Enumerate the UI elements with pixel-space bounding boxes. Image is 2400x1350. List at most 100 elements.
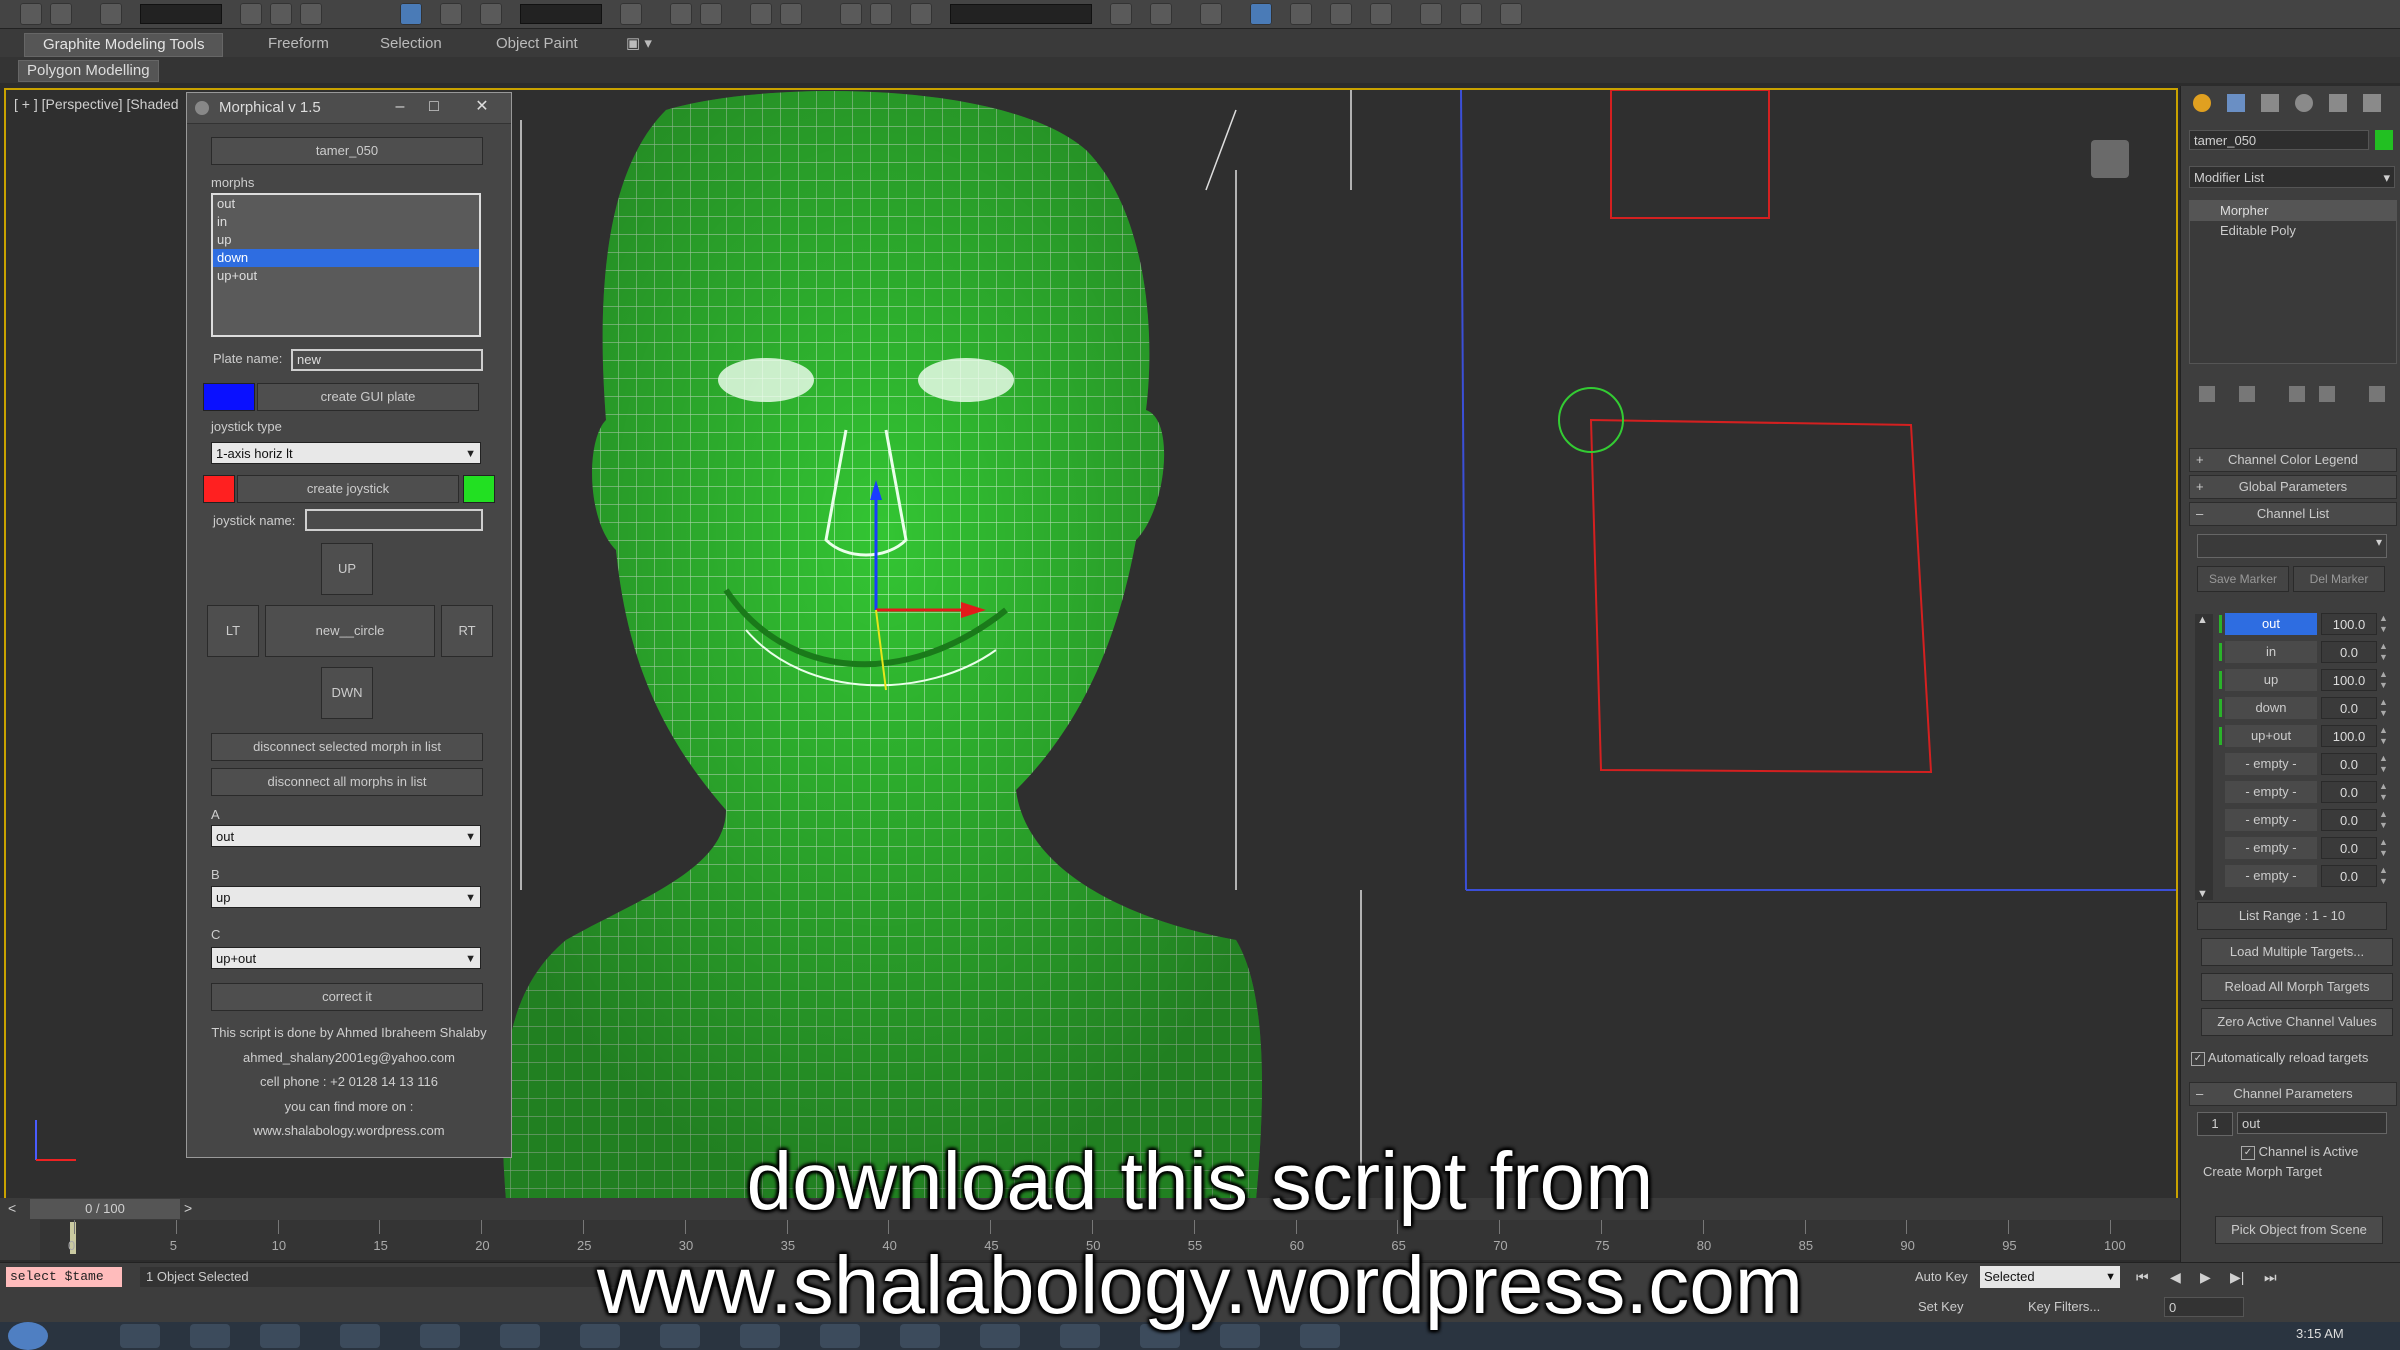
selection-filter-field[interactable] xyxy=(140,4,222,24)
angle-snap-icon[interactable] xyxy=(780,3,802,25)
channel-row[interactable]: - empty -0.0 ▲ ▼ xyxy=(2219,836,2397,860)
channel-row[interactable]: - empty -0.0 ▲ ▼ xyxy=(2219,864,2397,888)
spinner-icon[interactable]: ▲ ▼ xyxy=(2379,837,2393,859)
channel-name[interactable]: up+out xyxy=(2225,725,2317,747)
joystick-frame-top[interactable] xyxy=(1610,90,1770,219)
close-button[interactable]: ✕ xyxy=(467,97,497,117)
channel-name[interactable]: - empty - xyxy=(2225,865,2317,887)
list-item[interactable]: in xyxy=(213,213,479,231)
percent-snap-icon[interactable] xyxy=(840,3,862,25)
channel-name[interactable]: - empty - xyxy=(2225,809,2317,831)
channel-name[interactable]: up xyxy=(2225,669,2317,691)
tab-object-paint[interactable]: Object Paint xyxy=(478,33,596,55)
channel-name[interactable]: out xyxy=(2225,613,2317,635)
channel-row[interactable]: - empty -0.0 ▲ ▼ xyxy=(2219,780,2397,804)
layer-manager-icon[interactable] xyxy=(1200,3,1222,25)
render-production-icon[interactable] xyxy=(1500,3,1522,25)
stack-item-morpher[interactable]: Morpher xyxy=(2190,201,2396,221)
rt-button[interactable]: RT xyxy=(441,605,493,657)
ribbon-options-icon[interactable]: ▣ ▾ xyxy=(620,33,658,55)
snap-toggle-icon[interactable] xyxy=(750,3,772,25)
channel-row[interactable]: - empty -0.0 ▲ ▼ xyxy=(2219,808,2397,832)
dwn-button[interactable]: DWN xyxy=(321,667,373,719)
morphs-list[interactable]: out in up down up+out xyxy=(211,193,481,337)
spinner-icon[interactable]: ▲ ▼ xyxy=(2379,865,2393,887)
bind-spacewarp-icon[interactable] xyxy=(100,3,122,25)
lt-button[interactable]: LT xyxy=(207,605,259,657)
channel-value[interactable]: 0.0 xyxy=(2321,809,2377,831)
plate-color-swatch[interactable] xyxy=(203,383,255,411)
motion-tab-icon[interactable] xyxy=(2295,94,2313,112)
channel-name[interactable]: in xyxy=(2225,641,2317,663)
mirror-icon[interactable] xyxy=(1110,3,1132,25)
configure-sets-icon[interactable] xyxy=(2369,386,2385,402)
disconnect-selected-button[interactable]: disconnect selected morph in list xyxy=(211,733,483,761)
morph-b-dropdown[interactable]: up ▼ xyxy=(211,886,481,908)
named-selection-icon[interactable] xyxy=(910,3,932,25)
graphite-toggle-icon[interactable] xyxy=(1250,3,1272,25)
zero-active-channel-values-button[interactable]: Zero Active Channel Values xyxy=(2201,1008,2393,1036)
channel-row[interactable]: - empty -0.0 ▲ ▼ xyxy=(2219,752,2397,776)
joystick-name-input[interactable] xyxy=(305,509,483,531)
correct-it-button[interactable]: correct it xyxy=(211,983,483,1011)
show-end-result-icon[interactable] xyxy=(2239,386,2255,402)
list-item[interactable]: up+out xyxy=(213,267,479,285)
render-frame-icon[interactable] xyxy=(1460,3,1482,25)
dialog-titlebar[interactable]: Morphical v 1.5 – □ ✕ xyxy=(187,93,511,124)
list-item-selected[interactable]: down xyxy=(213,249,479,267)
reload-all-morph-targets-button[interactable]: Reload All Morph Targets xyxy=(2201,973,2393,1001)
joystick-color-red-swatch[interactable] xyxy=(203,475,235,503)
object-name-button[interactable]: tamer_050 xyxy=(211,137,483,165)
list-item[interactable]: out xyxy=(213,195,479,213)
channel-value[interactable]: 0.0 xyxy=(2321,837,2377,859)
del-marker-button[interactable]: Del Marker xyxy=(2293,566,2385,592)
joystick-color-green-swatch[interactable] xyxy=(463,475,495,503)
select-object-icon[interactable] xyxy=(240,3,262,25)
tab-polygon-modelling[interactable]: Polygon Modelling xyxy=(18,60,159,82)
scroll-up-icon[interactable]: ▲ xyxy=(2197,614,2208,626)
spinner-icon[interactable]: ▲ ▼ xyxy=(2379,781,2393,803)
channel-name[interactable]: down xyxy=(2225,697,2317,719)
region-select-icon[interactable] xyxy=(300,3,322,25)
create-gui-plate-button[interactable]: create GUI plate xyxy=(257,383,479,411)
channel-value[interactable]: 100.0 xyxy=(2321,613,2377,635)
channel-value[interactable]: 0.0 xyxy=(2321,781,2377,803)
channel-scrollbar[interactable]: ▲ ▼ xyxy=(2195,614,2213,900)
unlink-icon[interactable] xyxy=(50,3,72,25)
channel-row[interactable]: down 0.0 ▲ ▼ xyxy=(2219,696,2397,720)
maximize-button[interactable]: □ xyxy=(419,97,449,117)
channel-value[interactable]: 0.0 xyxy=(2321,865,2377,887)
channel-name[interactable]: - empty - xyxy=(2225,753,2317,775)
rollout-channel-parameters[interactable]: – Channel Parameters xyxy=(2189,1082,2397,1106)
spinner-snap-icon[interactable] xyxy=(870,3,892,25)
channel-row[interactable]: up 100.0 ▲ ▼ xyxy=(2219,668,2397,692)
spinner-icon[interactable]: ▲ ▼ xyxy=(2379,697,2393,719)
viewcube-icon[interactable] xyxy=(2091,140,2129,178)
checkbox-checked-icon[interactable]: ✓ xyxy=(2191,1051,2205,1066)
object-name-field[interactable]: tamer_050 xyxy=(2189,130,2369,150)
spinner-icon[interactable]: ▲ ▼ xyxy=(2379,613,2393,635)
spinner-icon[interactable]: ▲ ▼ xyxy=(2379,753,2393,775)
schematic-view-icon[interactable] xyxy=(1330,3,1352,25)
spinner-icon[interactable]: ▲ ▼ xyxy=(2379,809,2393,831)
remove-modifier-icon[interactable] xyxy=(2319,386,2335,402)
material-editor-icon[interactable] xyxy=(1370,3,1392,25)
reference-coord-field[interactable] xyxy=(520,4,602,24)
channel-row[interactable]: in 0.0 ▲ ▼ xyxy=(2219,640,2397,664)
up-button[interactable]: UP xyxy=(321,543,373,595)
scroll-down-icon[interactable]: ▼ xyxy=(2197,888,2208,900)
save-marker-button[interactable]: Save Marker xyxy=(2197,566,2289,592)
marker-dropdown[interactable]: ▾ xyxy=(2197,534,2387,558)
channel-row[interactable]: out 100.0 ▲ ▼ xyxy=(2219,612,2397,636)
named-selection-sets-field[interactable] xyxy=(950,4,1092,24)
rollout-channel-list[interactable]: – Channel List xyxy=(2189,502,2397,526)
modifier-list-dropdown[interactable]: Modifier List ▾ xyxy=(2189,166,2395,188)
object-color-swatch[interactable] xyxy=(2375,130,2393,150)
pin-stack-icon[interactable] xyxy=(2199,386,2215,402)
channel-value[interactable]: 100.0 xyxy=(2321,669,2377,691)
load-multiple-targets-button[interactable]: Load Multiple Targets... xyxy=(2201,938,2393,966)
hierarchy-tab-icon[interactable] xyxy=(2261,94,2279,112)
auto-reload-checkbox[interactable]: ✓ Automatically reload targets xyxy=(2191,1048,2397,1068)
keyboard-shortcut-icon[interactable] xyxy=(700,3,722,25)
create-tab-icon[interactable] xyxy=(2193,94,2211,112)
